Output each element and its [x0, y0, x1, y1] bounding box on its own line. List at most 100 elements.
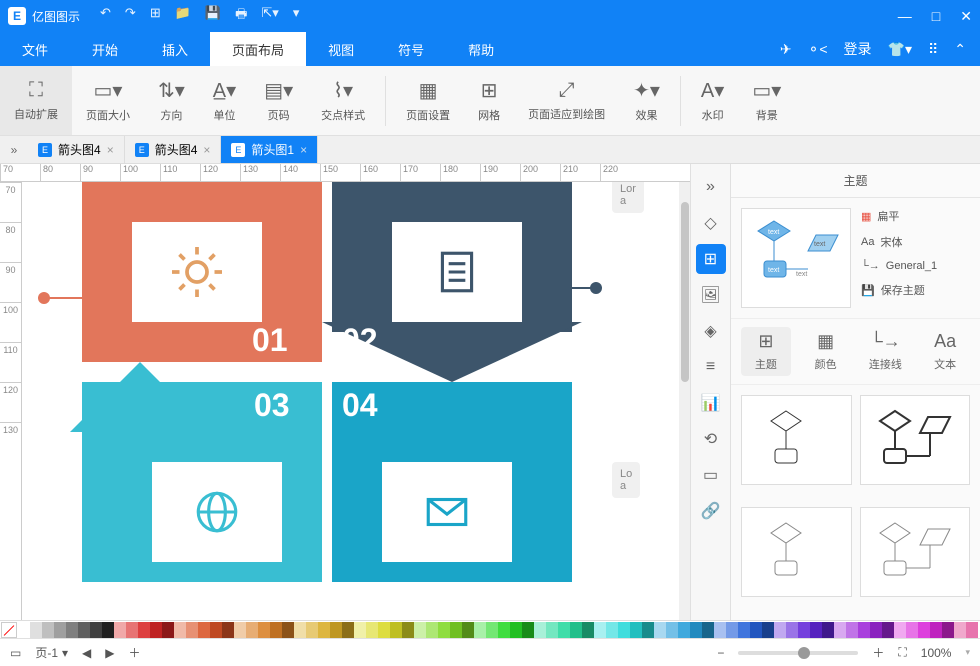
layers-icon[interactable]: ◈ — [696, 316, 726, 346]
zoom-in-icon[interactable]: ＋ — [872, 644, 884, 661]
theme-card[interactable] — [860, 395, 971, 485]
ribbon-orientation[interactable]: ⇅▾方向 — [144, 66, 199, 135]
document-tab[interactable]: E 箭头图4 × — [28, 136, 125, 163]
send-icon[interactable]: ✈ — [780, 41, 792, 58]
menu-file[interactable]: 文件 — [0, 32, 70, 66]
color-swatch[interactable] — [642, 622, 654, 638]
link-icon[interactable]: 🔗 — [696, 496, 726, 526]
color-swatch[interactable] — [606, 622, 618, 638]
color-swatch[interactable] — [714, 622, 726, 638]
theme-card[interactable] — [741, 395, 852, 485]
theme-icon[interactable]: ⊞ — [696, 244, 726, 274]
color-swatch[interactable] — [126, 622, 138, 638]
color-swatch[interactable] — [90, 622, 102, 638]
fit-screen-icon[interactable]: ⛶ — [898, 645, 906, 660]
color-swatch[interactable] — [702, 622, 714, 638]
menu-view[interactable]: 视图 — [306, 32, 376, 66]
ribbon-page-size[interactable]: ▭▾页面大小 — [72, 66, 144, 135]
page-selector[interactable]: 页-1 ▾ — [35, 644, 68, 661]
color-swatch[interactable] — [522, 622, 534, 638]
close-tab-icon[interactable]: × — [107, 143, 114, 157]
color-swatch[interactable] — [354, 622, 366, 638]
color-swatch[interactable] — [666, 622, 678, 638]
color-swatch[interactable] — [150, 622, 162, 638]
color-swatch[interactable] — [858, 622, 870, 638]
color-swatch[interactable] — [594, 622, 606, 638]
theme-preview-thumb[interactable]: text text text text — [741, 208, 851, 308]
close-tab-icon[interactable]: × — [203, 143, 210, 157]
theme-card[interactable] — [741, 507, 852, 597]
color-swatch[interactable] — [222, 622, 234, 638]
color-swatch[interactable] — [414, 622, 426, 638]
scrollbar-vertical[interactable] — [679, 182, 690, 620]
page-prev-icon[interactable]: ◀ — [82, 646, 91, 660]
color-swatch[interactable] — [186, 622, 198, 638]
add-page-icon[interactable]: ＋ — [129, 644, 141, 661]
color-swatch[interactable] — [618, 622, 630, 638]
color-swatch[interactable] — [834, 622, 846, 638]
canvas-note-2[interactable]: Loa — [612, 462, 640, 498]
ribbon-auto-expand[interactable]: ⛶自动扩展 — [0, 66, 72, 135]
color-swatch[interactable] — [102, 622, 114, 638]
no-color-swatch[interactable] — [1, 622, 17, 638]
color-swatch[interactable] — [30, 622, 42, 638]
qat-more-icon[interactable]: ▾ — [293, 5, 300, 27]
color-swatch[interactable] — [810, 622, 822, 638]
color-swatch[interactable] — [654, 622, 666, 638]
color-swatch[interactable] — [78, 622, 90, 638]
theme-opt-flat[interactable]: ▦扁平 — [861, 208, 970, 224]
ribbon-watermark[interactable]: A▾水印 — [687, 66, 738, 135]
ribbon-effect[interactable]: ✦▾效果 — [619, 66, 674, 135]
open-icon[interactable]: 📁 — [175, 5, 191, 27]
document-tab-active[interactable]: E 箭头图1 × — [221, 136, 318, 163]
color-swatch[interactable] — [750, 622, 762, 638]
color-swatch[interactable] — [66, 622, 78, 638]
color-swatch[interactable] — [942, 622, 954, 638]
canvas-note-1[interactable]: Lora — [612, 182, 644, 213]
color-swatch[interactable] — [498, 622, 510, 638]
chart-icon[interactable]: 📊 — [696, 388, 726, 418]
color-swatch[interactable] — [426, 622, 438, 638]
ribbon-intersect-style[interactable]: ⌇▾交点样式 — [307, 66, 379, 135]
color-swatch[interactable] — [738, 622, 750, 638]
theme-opt-general[interactable]: └→General_1 — [861, 260, 970, 272]
scrollbar-thumb[interactable] — [681, 202, 689, 382]
color-swatch[interactable] — [294, 622, 306, 638]
color-swatch[interactable] — [246, 622, 258, 638]
maximize-icon[interactable]: □ — [932, 8, 940, 25]
color-swatch[interactable] — [450, 622, 462, 638]
color-swatch[interactable] — [882, 622, 894, 638]
color-swatch[interactable] — [546, 622, 558, 638]
theme-tab-color[interactable]: ▦颜色 — [801, 327, 851, 376]
color-swatch[interactable] — [954, 622, 966, 638]
theme-tab-connector[interactable]: └→连接线 — [861, 327, 911, 376]
menu-help[interactable]: 帮助 — [446, 32, 516, 66]
undo-icon[interactable]: ↶ — [100, 5, 111, 27]
menu-pagelayout[interactable]: 页面布局 — [210, 32, 306, 66]
page-next-icon[interactable]: ▶ — [105, 646, 114, 660]
color-swatch[interactable] — [894, 622, 906, 638]
menu-start[interactable]: 开始 — [70, 32, 140, 66]
color-swatch[interactable] — [678, 622, 690, 638]
color-swatch[interactable] — [342, 622, 354, 638]
color-swatch[interactable] — [930, 622, 942, 638]
color-swatch[interactable] — [582, 622, 594, 638]
color-swatch[interactable] — [486, 622, 498, 638]
color-swatch[interactable] — [462, 622, 474, 638]
color-swatch[interactable] — [306, 622, 318, 638]
tshirt-icon[interactable]: 👕▾ — [888, 41, 912, 58]
color-swatch[interactable] — [918, 622, 930, 638]
export-icon[interactable]: ⇱▾ — [261, 5, 278, 27]
color-swatch[interactable] — [762, 622, 774, 638]
color-swatch[interactable] — [726, 622, 738, 638]
color-swatch[interactable] — [18, 622, 30, 638]
color-swatch[interactable] — [786, 622, 798, 638]
theme-opt-save[interactable]: 💾保存主题 — [861, 282, 970, 298]
color-swatch[interactable] — [402, 622, 414, 638]
zoom-handle[interactable] — [798, 647, 810, 659]
history-icon[interactable]: ⟲ — [696, 424, 726, 454]
theme-tab-theme[interactable]: ⊞主题 — [741, 327, 791, 376]
color-swatch[interactable] — [174, 622, 186, 638]
ribbon-grid[interactable]: ⊞网格 — [464, 66, 514, 135]
color-swatch[interactable] — [510, 622, 522, 638]
